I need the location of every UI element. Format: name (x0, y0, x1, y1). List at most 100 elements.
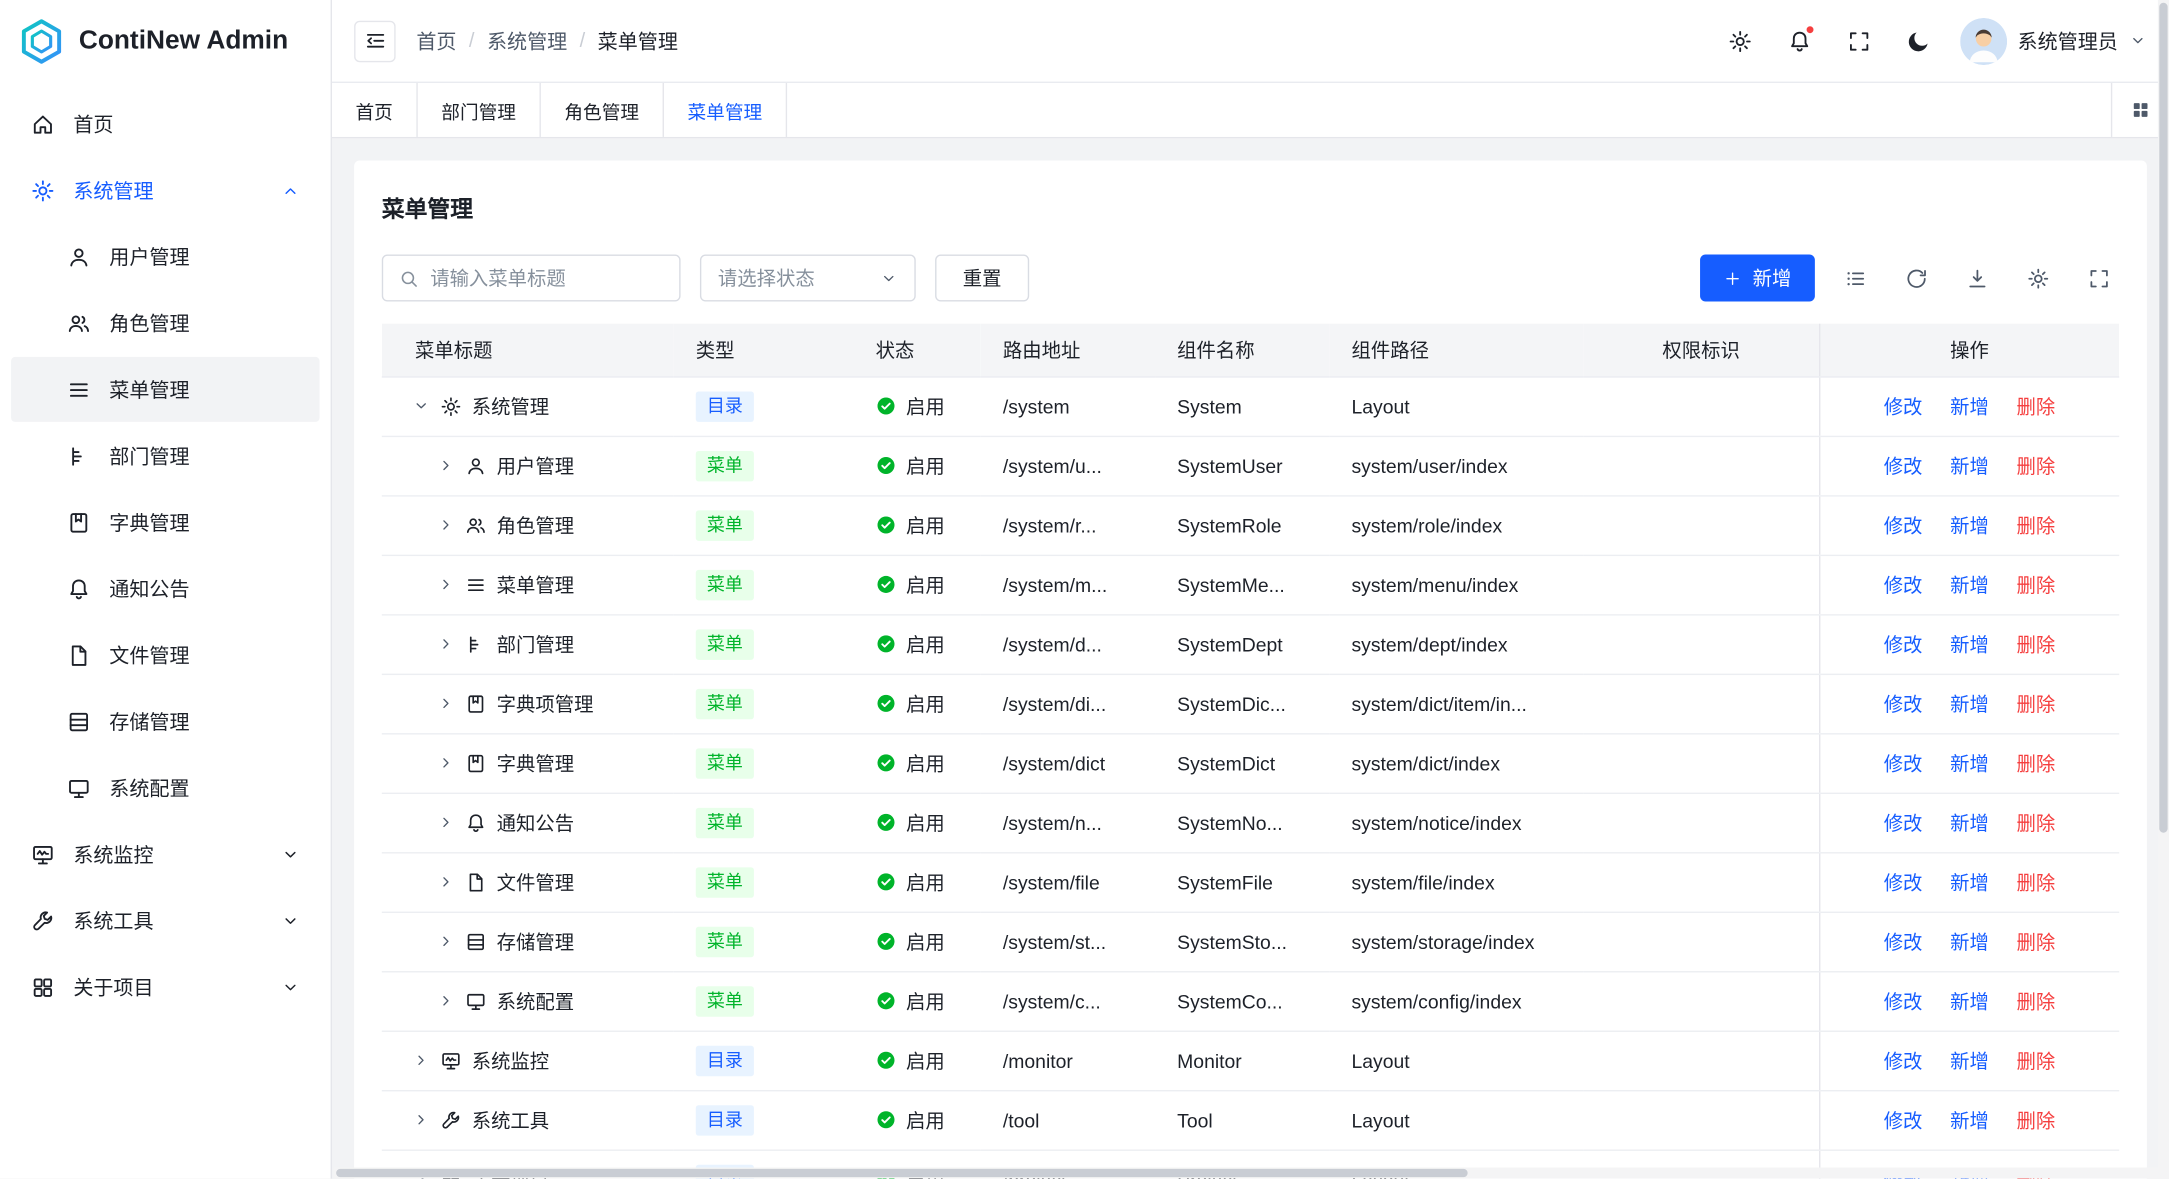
fullscreen-button[interactable] (1835, 17, 1882, 64)
expand-row-icon[interactable] (437, 932, 455, 950)
op-edit-link[interactable]: 修改 (1884, 809, 1923, 837)
op-add-link[interactable]: 新增 (1950, 571, 1989, 599)
notifications-button[interactable] (1775, 17, 1822, 64)
vertical-scrollbar-thumb[interactable] (2159, 3, 2167, 833)
op-delete-link[interactable]: 删除 (2016, 749, 2055, 777)
expand-row-icon[interactable] (437, 992, 455, 1010)
expand-row-icon[interactable] (412, 1051, 430, 1069)
op-delete-link[interactable]: 删除 (2016, 452, 2055, 480)
op-add-link[interactable]: 新增 (1950, 452, 1989, 480)
column-settings-button[interactable] (2017, 257, 2058, 298)
sidebar-item-menu[interactable]: 菜单管理 (11, 357, 319, 422)
list-view-button[interactable] (1834, 257, 1875, 298)
menu-title: 字典项管理 (497, 690, 594, 718)
sidebar-item-file[interactable]: 文件管理 (11, 622, 319, 687)
sidebar-collapse-button[interactable] (354, 20, 395, 61)
app-logo[interactable]: ContiNew Admin (0, 0, 331, 83)
op-add-link[interactable]: 新增 (1950, 927, 1989, 955)
expand-row-icon[interactable] (437, 813, 455, 831)
table-fullscreen-button[interactable] (2078, 257, 2119, 298)
sidebar-item-notice[interactable]: 通知公告 (11, 556, 319, 621)
op-add-link[interactable]: 新增 (1950, 809, 1989, 837)
tab-menu[interactable]: 菜单管理 (664, 83, 787, 137)
op-delete-link[interactable]: 删除 (2016, 868, 2055, 896)
op-add-link[interactable]: 新增 (1950, 1046, 1989, 1074)
tab-home[interactable]: 首页 (332, 83, 418, 137)
op-add-link[interactable]: 新增 (1950, 987, 1989, 1015)
op-edit-link[interactable]: 修改 (1884, 868, 1923, 896)
permission-cell (1584, 436, 1819, 495)
expand-row-icon[interactable] (437, 635, 455, 653)
op-add-link[interactable]: 新增 (1950, 690, 1989, 718)
op-edit-link[interactable]: 修改 (1884, 1106, 1923, 1134)
op-delete-link[interactable]: 删除 (2016, 927, 2055, 955)
op-edit-link[interactable]: 修改 (1884, 511, 1923, 539)
op-delete-link[interactable]: 删除 (2016, 511, 2055, 539)
op-add-link[interactable]: 新增 (1950, 868, 1989, 896)
op-delete-link[interactable]: 删除 (2016, 987, 2055, 1015)
op-edit-link[interactable]: 修改 (1884, 630, 1923, 658)
breadcrumb-item[interactable]: 菜单管理 (598, 26, 678, 55)
menu-icon (66, 377, 91, 402)
expand-row-icon[interactable] (437, 694, 455, 712)
sidebar-item-about[interactable]: 关于项目 (11, 954, 319, 1019)
user-menu[interactable]: 系统管理员 (1959, 17, 2146, 64)
permission-cell (1584, 733, 1819, 792)
op-edit-link[interactable]: 修改 (1884, 690, 1923, 718)
op-edit-link[interactable]: 修改 (1884, 392, 1923, 420)
sidebar-item-home[interactable]: 首页 (11, 91, 319, 156)
expand-row-icon[interactable] (437, 754, 455, 772)
op-edit-link[interactable]: 修改 (1884, 987, 1923, 1015)
op-delete-link[interactable]: 删除 (2016, 392, 2055, 420)
menu-table: 菜单标题类型状态路由地址组件名称组件路径权限标识操作 系统管理目录启用/syst… (382, 324, 2119, 1179)
sidebar-item-role[interactable]: 角色管理 (11, 290, 319, 355)
expand-row-icon[interactable] (437, 516, 455, 534)
dark-mode-button[interactable] (1894, 17, 1941, 64)
tab-dept[interactable]: 部门管理 (418, 83, 541, 137)
breadcrumb-item[interactable]: 系统管理 (487, 26, 567, 55)
sidebar-item-user[interactable]: 用户管理 (11, 224, 319, 289)
op-delete-link[interactable]: 删除 (2016, 571, 2055, 599)
op-delete-link[interactable]: 删除 (2016, 809, 2055, 837)
op-add-link[interactable]: 新增 (1950, 1106, 1989, 1134)
export-button[interactable] (1956, 257, 1997, 298)
op-delete-link[interactable]: 删除 (2016, 1106, 2055, 1134)
check-circle-icon (876, 515, 897, 536)
sidebar-item-storage[interactable]: 存储管理 (11, 689, 319, 754)
route-cell: /tool (981, 1090, 1155, 1149)
op-delete-link[interactable]: 删除 (2016, 1046, 2055, 1074)
collapse-row-icon[interactable] (412, 397, 430, 415)
refresh-button[interactable] (1895, 257, 1936, 298)
horizontal-scrollbar[interactable] (333, 1167, 2158, 1178)
sidebar-item-dept[interactable]: 部门管理 (11, 423, 319, 488)
op-delete-link[interactable]: 删除 (2016, 690, 2055, 718)
sidebar-item-dict[interactable]: 字典管理 (11, 490, 319, 555)
expand-row-icon[interactable] (412, 1111, 430, 1129)
add-button[interactable]: 新增 (1700, 255, 1815, 302)
sidebar-item-monitor[interactable]: 系统监控 (11, 822, 319, 887)
op-add-link[interactable]: 新增 (1950, 392, 1989, 420)
op-edit-link[interactable]: 修改 (1884, 927, 1923, 955)
sidebar-item-config[interactable]: 系统配置 (11, 755, 319, 820)
sidebar-item-system[interactable]: 系统管理 (11, 158, 319, 223)
settings-button[interactable] (1716, 17, 1763, 64)
op-edit-link[interactable]: 修改 (1884, 571, 1923, 599)
op-edit-link[interactable]: 修改 (1884, 749, 1923, 777)
op-delete-link[interactable]: 删除 (2016, 630, 2055, 658)
op-add-link[interactable]: 新增 (1950, 630, 1989, 658)
expand-row-icon[interactable] (437, 575, 455, 593)
op-add-link[interactable]: 新增 (1950, 749, 1989, 777)
sidebar-item-tool[interactable]: 系统工具 (11, 888, 319, 953)
op-edit-link[interactable]: 修改 (1884, 1046, 1923, 1074)
reset-button[interactable]: 重置 (935, 255, 1029, 302)
breadcrumb-item[interactable]: 首页 (416, 26, 456, 55)
status-select[interactable]: 请选择状态 (700, 255, 916, 302)
op-edit-link[interactable]: 修改 (1884, 452, 1923, 480)
expand-row-icon[interactable] (437, 456, 455, 474)
tab-role[interactable]: 角色管理 (541, 83, 664, 137)
search-input[interactable] (430, 267, 664, 289)
expand-row-icon[interactable] (437, 873, 455, 891)
vertical-scrollbar[interactable] (2158, 0, 2169, 1179)
horizontal-scrollbar-thumb[interactable] (336, 1169, 1467, 1177)
op-add-link[interactable]: 新增 (1950, 511, 1989, 539)
